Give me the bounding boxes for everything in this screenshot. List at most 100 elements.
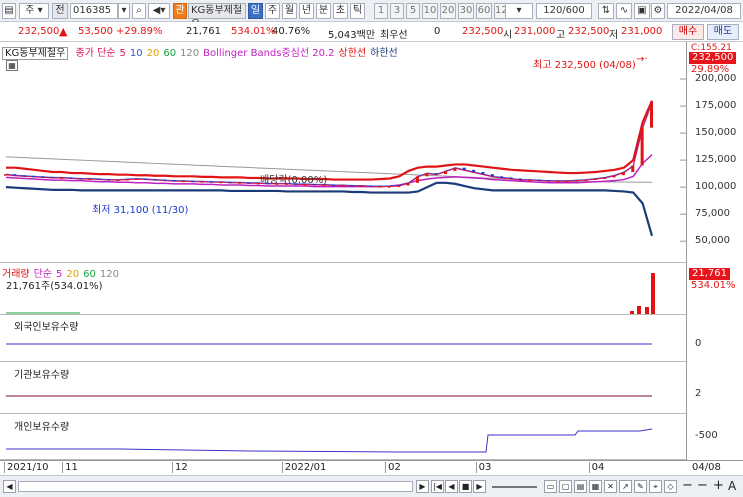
- x-label-6: 04: [588, 462, 604, 473]
- layout-icon-2[interactable]: ▢: [559, 480, 572, 493]
- interval-1[interactable]: 3: [390, 3, 404, 19]
- period-tab-5[interactable]: 초: [333, 3, 348, 19]
- candle: [247, 182, 251, 184]
- interval-0[interactable]: 1: [374, 3, 388, 19]
- candle: [181, 180, 185, 183]
- compare-chart-icon[interactable]: ⇅: [598, 3, 614, 19]
- price-legend-item-5[interactable]: 120: [180, 48, 199, 59]
- scroll-track[interactable]: [18, 481, 413, 492]
- candle: [69, 177, 73, 179]
- draw-icon-3[interactable]: ✎: [634, 480, 647, 493]
- candle: [359, 185, 363, 188]
- volume-legend-item-5[interactable]: 120: [100, 269, 119, 280]
- foreign-holdings-panel[interactable]: 외국인보유수량: [0, 315, 686, 362]
- interval-3[interactable]: 10: [422, 3, 438, 19]
- price-legend-item-2[interactable]: 10: [130, 48, 143, 59]
- price-legend-item-7[interactable]: 상한선: [339, 48, 367, 59]
- x-axis: 2021/10 11 12 2022/01 02 03 04 04/08: [0, 460, 743, 475]
- candle: [4, 174, 7, 176]
- price-legend-item-8[interactable]: 하한선: [370, 48, 398, 59]
- best-value: 0: [434, 26, 441, 37]
- zoom-in-icon[interactable]: −: [697, 478, 708, 493]
- candle: [490, 174, 494, 177]
- menu-icon[interactable]: ▤: [2, 3, 16, 19]
- candle: [556, 180, 560, 183]
- volume-panel[interactable]: 거래량 단순 5 20 60 120 21,761주(534.01%): [0, 263, 686, 315]
- price-y-label-4: 100,000: [695, 181, 737, 193]
- price-legend-item-6[interactable]: Bollinger Bands중심선 20.2: [203, 48, 334, 59]
- code-dropdown-icon[interactable]: ▾: [118, 3, 130, 19]
- draw-icon-4[interactable]: ⌖: [649, 480, 662, 493]
- zoom-out-icon[interactable]: −: [682, 478, 693, 493]
- scroll-right-icon[interactable]: ▶: [416, 480, 429, 493]
- next-icon[interactable]: ▶: [473, 480, 486, 493]
- search-icon[interactable]: ⌕: [132, 3, 146, 19]
- price-legend-item-0[interactable]: 종가 단순: [76, 48, 116, 59]
- add-icon[interactable]: +: [713, 478, 724, 493]
- layout-icon-1[interactable]: ▭: [544, 480, 557, 493]
- candle: [593, 178, 597, 180]
- count-input[interactable]: 120/600: [536, 3, 592, 19]
- price-change-pct: +29.89%: [116, 26, 163, 37]
- layout-icon-4[interactable]: ▦: [589, 480, 602, 493]
- draw-icon-2[interactable]: ↗: [619, 480, 632, 493]
- period-tab-6[interactable]: 틱: [350, 3, 365, 19]
- first-page-icon[interactable]: |◀: [431, 480, 444, 493]
- candle: [528, 179, 532, 182]
- interval-4[interactable]: 20: [440, 3, 456, 19]
- period-tab-1[interactable]: 주: [265, 3, 280, 19]
- period-tab-2[interactable]: 월: [282, 3, 297, 19]
- draw-icon-5[interactable]: ◇: [664, 480, 677, 493]
- candle: [88, 178, 92, 180]
- price-y-axis[interactable]: 200,000 175,000 150,000 125,000 100,000 75,00…: [686, 42, 743, 263]
- price-tag-pct: 29.89%: [691, 64, 730, 75]
- high-value: 232,500: [568, 26, 610, 37]
- individual-holdings-panel[interactable]: 개인보유수량: [0, 414, 686, 460]
- interval-5[interactable]: 30: [458, 3, 474, 19]
- institution-holdings-panel[interactable]: 기관보유수량: [0, 362, 686, 414]
- stock-name-field[interactable]: KG동부제철우: [188, 3, 246, 30]
- price-y-label-6: 50,000: [695, 235, 730, 247]
- save-icon[interactable]: ▣: [634, 3, 650, 19]
- period-tab-4[interactable]: 분: [316, 3, 331, 19]
- price-legend-item-1[interactable]: 5: [119, 48, 125, 59]
- indiv-y-label: -500: [695, 430, 718, 441]
- draw-icon-1[interactable]: ✕: [604, 480, 617, 493]
- x-label-0: 2021/10: [4, 462, 49, 473]
- low-annotation: 최저 31,100 (11/30): [92, 205, 189, 216]
- text-tool-icon[interactable]: A: [728, 479, 736, 493]
- candle: [650, 101, 653, 128]
- period-tab-0[interactable]: 일: [248, 3, 263, 19]
- settings-icon[interactable]: ⚙: [651, 3, 665, 19]
- candle: [60, 177, 64, 179]
- price-legend-item-3[interactable]: 20: [147, 48, 160, 59]
- sell-button[interactable]: 매도: [707, 24, 739, 40]
- period-select[interactable]: 주 ▾: [19, 3, 49, 19]
- zoom-slider[interactable]: [492, 486, 537, 488]
- grid-icon[interactable]: ▦: [6, 60, 18, 71]
- period-tab-3[interactable]: 년: [299, 3, 314, 19]
- interval-dropdown[interactable]: ▾: [505, 3, 533, 19]
- line-tool-icon[interactable]: ∿: [616, 3, 632, 19]
- x-label-3: 2022/01: [281, 462, 326, 473]
- scroll-left-icon[interactable]: ◀: [3, 480, 16, 493]
- buy-button[interactable]: 매수: [672, 24, 704, 40]
- candle: [41, 176, 45, 178]
- volume-bar: [630, 311, 634, 314]
- candle: [603, 177, 607, 179]
- stop-icon[interactable]: ■: [459, 480, 472, 493]
- price-legend-item-4[interactable]: 60: [163, 48, 176, 59]
- code-input[interactable]: 016385: [70, 3, 118, 19]
- layout-icon-3[interactable]: ▤: [574, 480, 587, 493]
- speaker-icon[interactable]: ◀▾: [148, 3, 170, 19]
- candle: [415, 176, 419, 183]
- interval-2[interactable]: 5: [406, 3, 420, 19]
- date-input[interactable]: 2022/04/08: [667, 3, 741, 19]
- interval-6[interactable]: 60: [476, 3, 492, 19]
- up-arrow-icon: ▲: [59, 25, 68, 38]
- price-chart-panel[interactable]: KG동부제철우 종가 단순 5 10 20 60 120 Bollinger Bands중심…: [0, 42, 686, 263]
- price-chart-canvas[interactable]: [0, 42, 686, 263]
- foreign-y-label: 0: [695, 338, 702, 349]
- prev-icon[interactable]: ◀: [445, 480, 458, 493]
- compare-button[interactable]: 전: [52, 3, 68, 19]
